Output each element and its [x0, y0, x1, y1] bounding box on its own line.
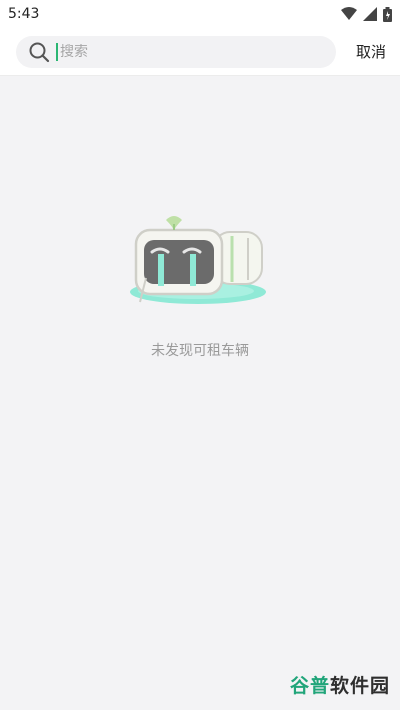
signal-icon: [363, 7, 377, 21]
status-time: 5:43: [8, 6, 40, 22]
empty-state-message: 未发现可租车辆: [151, 343, 249, 359]
text-cursor: [56, 42, 58, 61]
wifi-icon: [341, 7, 357, 20]
watermark-text: 软件园: [329, 675, 390, 697]
crying-mascot-illustration: [130, 216, 266, 304]
search-icon: [28, 41, 50, 63]
status-bar: 5:43: [0, 0, 400, 28]
search-box[interactable]: [16, 35, 336, 68]
battery-icon: [383, 6, 392, 22]
watermark-accent-text: 谷普: [289, 675, 330, 697]
search-bar: 取消: [0, 28, 400, 76]
status-icons: [341, 6, 392, 22]
cancel-button[interactable]: 取消: [356, 41, 386, 62]
watermark-logo: 谷普软件园: [290, 671, 390, 698]
search-input[interactable]: [60, 43, 290, 60]
